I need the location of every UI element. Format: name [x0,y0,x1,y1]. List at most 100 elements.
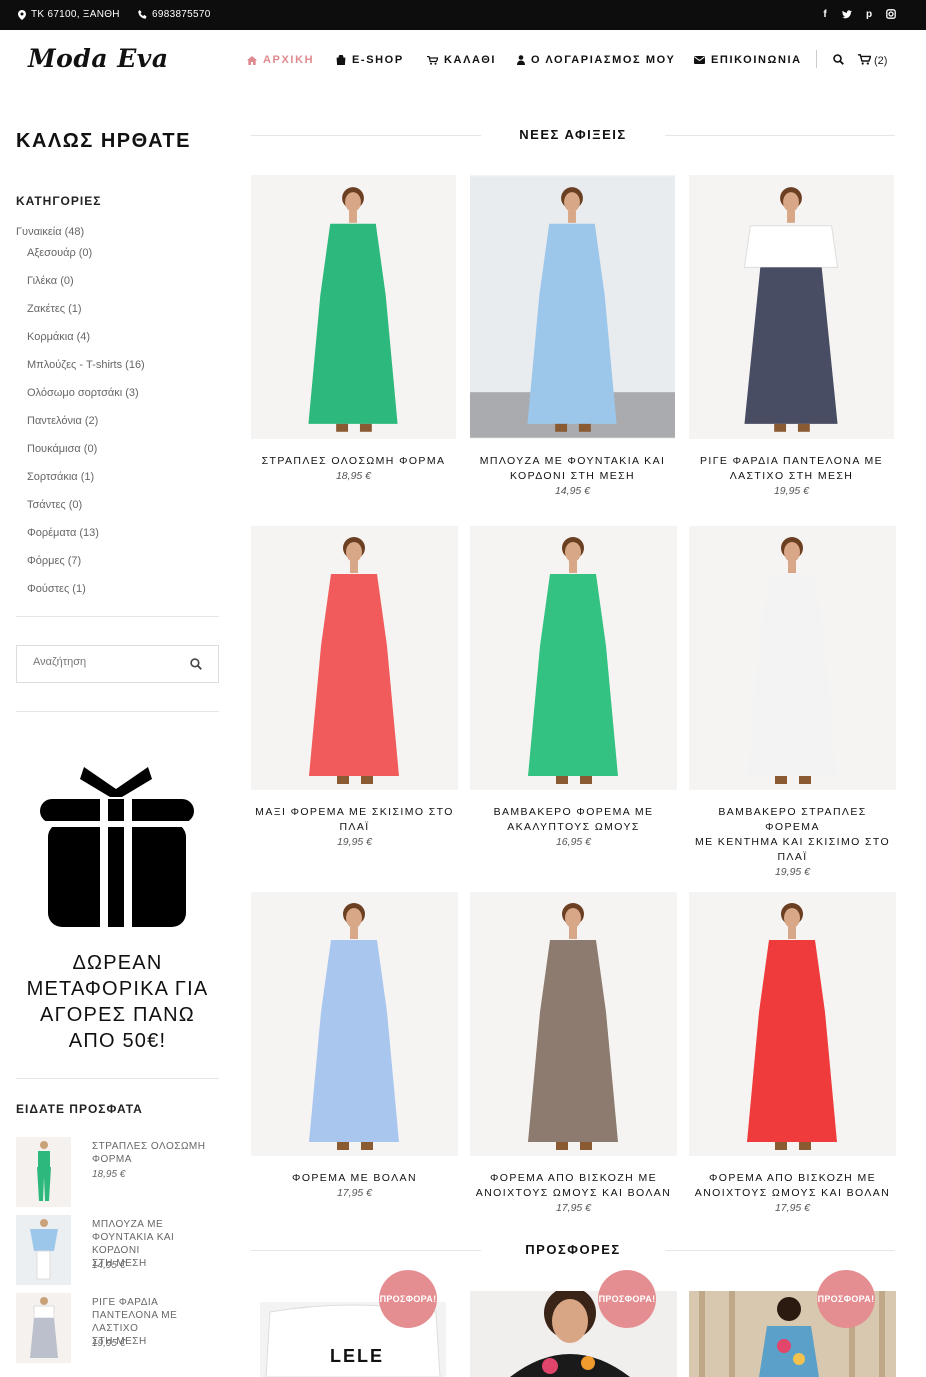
product-image[interactable] [689,175,894,439]
product-price: 16,95 € [555,836,592,848]
category-link[interactable]: Αξεσουάρ (0) [27,246,145,274]
new-arrivals-title: ΝΕΕΣ ΑΦΙΞΕΙΣ [519,127,627,142]
product-image[interactable] [470,892,677,1156]
recent-item[interactable]: ΜΠΛΟΥΖΑ ΜΕ ΦΟΥΝΤΑΚΙΑ ΚΑΙ ΚΟΡΔΟΝΙ ΣΤΗ ΜΕΣ… [16,1215,221,1285]
free-shipping-promo: ΔΩΡΕΑΝ ΜΕΤΑΦΟΡΙΚΑ ΓΙΑ ΑΓΟΡΕΣ ΠΑΝΩ ΑΠΟ 50… [16,950,219,1054]
recent-thumbnail[interactable] [16,1215,71,1285]
product-name[interactable]: ΦΟΡΕΜΑ ΑΠΟ ΒΙΣΚΟΖΗ ΜΕ ΑΝΟΙΧΤΟΥΣ ΩΜΟΥΣ ΚΑΙ… [689,1171,896,1201]
product-image[interactable] [251,175,456,439]
nav-cart[interactable]: ΚΑΛΑΘΙ [427,54,496,66]
social-links: f p [820,9,896,20]
category-link[interactable]: Γιλέκα (0) [27,274,145,302]
product-image[interactable] [689,526,896,790]
product-card[interactable]: ΡΙΓΕ ΦΑΡΔΙΑ ΠΑΝΤΕΛΟΝΑ ΜΕ ΛΑΣΤΙΧΟ ΣΤΗ ΜΕΣΗ… [689,175,894,499]
pinterest-icon[interactable]: p [864,9,874,20]
product-card[interactable]: ΦΟΡΕΜΑ ΑΠΟ ΒΙΣΚΟΖΗ ΜΕ ΑΝΟΙΧΤΟΥΣ ΩΜΟΥΣ ΚΑΙ… [470,892,677,1216]
category-link[interactable]: Τσάντες (0) [27,498,145,526]
product-name-line: ΑΝΟΙΧΤΟΥΣ ΩΜΟΥΣ ΚΑΙ ΒΟΛΑΝ [475,1187,672,1199]
category-link[interactable]: Φόρμες (7) [27,554,145,582]
product-name-line: ΡΙΓΕ ΦΑΡΔΙΑ ΠΑΝΤΕΛΟΝΑ ΜΕ [699,455,884,467]
product-image[interactable] [251,892,458,1156]
category-link[interactable]: Πουκάμισα (0) [27,442,145,470]
offers-heading: ΠΡΟΣΦΟΡΕΣ [251,1241,895,1261]
recent-item[interactable]: ΡΙΓΕ ΦΑΡΔΙΑ ΠΑΝΤΕΛΟΝΑ ΜΕ ΛΑΣΤΙΧΟ ΣΤΗ ΜΕΣ… [16,1293,221,1363]
recent-name-line: ΡΙΓΕ ΦΑΡΔΙΑ [92,1297,159,1308]
category-list: Αξεσουάρ (0) Γιλέκα (0) Ζακέτες (1) Κορμ… [27,246,145,610]
product-name[interactable]: ΒΑΜΒΑΚΕΡΟ ΣΤΡΑΠΛΕΣ ΦΟΡΕΜΑ ΜΕ ΚΕΝΤΗΜΑ ΚΑΙ … [689,805,896,865]
product-name-line: ΜΠΛΟΥΖΑ ΜΕ ΦΟΥΝΤΑΚΙΑ ΚΑΙ [479,455,666,467]
promo-line: ΔΩΡΕΑΝ [72,952,163,974]
product-card[interactable]: ΣΤΡΑΠΛΕΣ ΟΛΟΣΩΜΗ ΦΟΡΜΑ 18,95 € [251,175,456,484]
header-cart-icon[interactable] [858,54,871,65]
search-widget [16,645,219,683]
product-name[interactable]: ΜΑΞΙ ΦΟΡΕΜΑ ΜΕ ΣΚΙΣΙΜΟ ΣΤΟ ΠΛΑΪ [251,805,458,835]
nav-home[interactable]: ΑΡΧΙΚΗ [247,54,314,66]
nav-account[interactable]: Ο ΛΟΓΑΡΙΑΣΜΟΣ ΜΟΥ [517,54,675,66]
product-card[interactable]: ΦΟΡΕΜΑ ΑΠΟ ΒΙΣΚΟΖΗ ΜΕ ΑΝΟΙΧΤΟΥΣ ΩΜΟΥΣ ΚΑΙ… [689,892,896,1216]
product-name-line: ΦΟΡΕΜΑ ΑΠΟ ΒΙΣΚΟΖΗ ΜΕ [708,1172,877,1184]
promo-line: ΜΕΤΑΦΟΡΙΚΑ ΓΙΑ [26,978,209,1000]
nav-account-label: Ο ΛΟΓΑΡΙΑΣΜΟΣ ΜΟΥ [531,54,676,66]
product-name-line: ΜΕ ΚΕΝΤΗΜΑ ΚΑΙ ΣΚΙΣΙΜΟ ΣΤΟ [694,836,891,848]
product-image[interactable] [689,892,896,1156]
product-price: 17,95 € [774,1202,811,1214]
new-arrivals-heading: ΝΕΕΣ ΑΦΙΞΕΙΣ [251,126,895,146]
nav-eshop[interactable]: E-SHOP [336,54,404,66]
product-name-line: ΚΟΡΔΟΝΙ ΣΤΗ ΜΕΣΗ [509,470,636,482]
product-name[interactable]: ΦΟΡΕΜΑ ΜΕ ΒΟΛΑΝ [251,1171,458,1186]
category-link[interactable]: Ζακέτες (1) [27,302,145,330]
gift-icon [38,767,194,929]
product-name[interactable]: ΒΑΜΒΑΚΕΡΟ ΦΟΡΕΜΑ ΜΕ ΑΚΑΛΥΠΤΟΥΣ ΩΜΟΥΣ [470,805,677,835]
promo-line: ΑΠΟ 50€! [68,1030,167,1052]
twitter-icon[interactable] [842,9,852,19]
offers-title: ΠΡΟΣΦΟΡΕΣ [525,1242,621,1257]
recent-price: 19,95 € [92,1338,126,1349]
category-link[interactable]: Ολόσωμο σορτσάκι (3) [27,386,145,414]
search-icon[interactable] [833,54,844,65]
category-link[interactable]: Φορέματα (13) [27,526,145,554]
category-link[interactable]: Παντελόνια (2) [27,414,145,442]
product-name[interactable]: ΡΙΓΕ ΦΑΡΔΙΑ ΠΑΝΤΕΛΟΝΑ ΜΕ ΛΑΣΤΙΧΟ ΣΤΗ ΜΕΣΗ [689,454,894,484]
category-link[interactable]: Μπλούζες - T-shirts (16) [27,358,145,386]
recent-thumbnail[interactable] [16,1137,71,1207]
product-name[interactable]: ΜΠΛΟΥΖΑ ΜΕ ΦΟΥΝΤΑΚΙΑ ΚΑΙ ΚΟΡΔΟΝΙ ΣΤΗ ΜΕΣΗ [470,454,675,484]
product-image[interactable] [251,526,458,790]
phone-info: 6983875570 [138,9,211,20]
product-image[interactable] [470,526,677,790]
product-card[interactable]: ΜΑΞΙ ΦΟΡΕΜΑ ΜΕ ΣΚΙΣΙΜΟ ΣΤΟ ΠΛΑΪ 19,95 € [251,526,458,850]
top-bar: ΤΚ 67100, ΞΑΝΘΗ 6983875570 f p [0,0,926,30]
product-image[interactable] [470,175,675,439]
shopping-bag-icon [336,55,346,65]
product-card[interactable]: ΒΑΜΒΑΚΕΡΟ ΣΤΡΑΠΛΕΣ ΦΟΡΕΜΑ ΜΕ ΚΕΝΤΗΜΑ ΚΑΙ … [689,526,896,880]
product-name[interactable]: ΦΟΡΕΜΑ ΑΠΟ ΒΙΣΚΟΖΗ ΜΕ ΑΝΟΙΧΤΟΥΣ ΩΜΟΥΣ ΚΑΙ… [470,1171,677,1201]
category-link[interactable]: Κορμάκια (4) [27,330,145,358]
envelope-icon [694,56,705,64]
nav-home-label: ΑΡΧΙΚΗ [263,54,315,66]
recent-item[interactable]: ΣΤΡΑΠΛΕΣ ΟΛΟΣΩΜΗ ΦΟΡΜΑ 18,95 € [16,1137,221,1207]
recent-thumbnail[interactable] [16,1293,71,1363]
product-card[interactable]: ΦΟΡΕΜΑ ΜΕ ΒΟΛΑΝ 17,95 € [251,892,458,1201]
phone-text[interactable]: 6983875570 [152,9,211,20]
category-link[interactable]: Φούστες (1) [27,582,145,610]
phone-icon [138,10,147,19]
product-price: 17,95 € [555,1202,592,1214]
product-card[interactable]: ΜΠΛΟΥΖΑ ΜΕ ΦΟΥΝΤΑΚΙΑ ΚΑΙ ΚΟΡΔΟΝΙ ΣΤΗ ΜΕΣΗ… [470,175,675,499]
cart-icon [427,55,438,65]
nav-contact[interactable]: ΕΠΙΚΟΙΝΩΝΙΑ [694,54,802,66]
cart-count[interactable]: (2) [874,55,887,67]
product-name[interactable]: ΣΤΡΑΠΛΕΣ ΟΛΟΣΩΜΗ ΦΟΡΜΑ [251,454,456,469]
facebook-icon[interactable]: f [820,9,830,20]
product-card[interactable]: ΒΑΜΒΑΚΕΡΟ ΦΟΡΕΜΑ ΜΕ ΑΚΑΛΥΠΤΟΥΣ ΩΜΟΥΣ 16,95… [470,526,677,850]
category-parent-link[interactable]: Γυναικεία (48) [16,226,84,238]
recent-name[interactable]: ΣΤΡΑΠΛΕΣ ΟΛΟΣΩΜΗ ΦΟΡΜΑ [92,1140,222,1166]
product-name-line: ΒΑΜΒΑΚΕΡΟ ΣΤΡΑΠΛΕΣ ΦΟΡΕΜΑ [718,806,867,833]
site-logo[interactable]: Moda Eva [28,44,169,73]
search-submit-icon[interactable] [190,658,202,670]
search-input[interactable] [33,656,173,668]
instagram-icon[interactable] [886,9,896,19]
product-price: 18,95 € [335,470,372,482]
product-name-line: ΑΚΑΛΥΠΤΟΥΣ ΩΜΟΥΣ [507,821,640,833]
category-link[interactable]: Σορτσάκια (1) [27,470,145,498]
recent-price: 14,95 € [92,1260,126,1271]
welcome-heading: ΚΑΛΩΣ ΗΡΘΑΤΕ [16,130,191,152]
